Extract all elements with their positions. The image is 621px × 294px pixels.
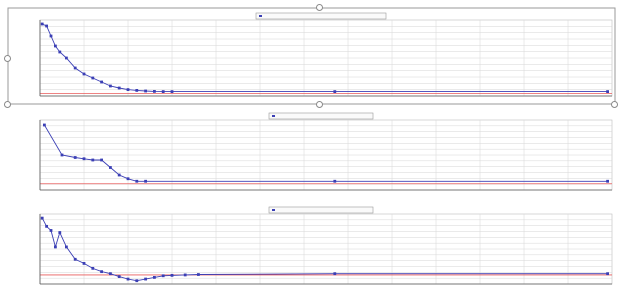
data-point: [58, 231, 62, 234]
data-point: [117, 173, 121, 177]
data-point: [144, 89, 147, 93]
data-point: [65, 56, 68, 60]
data-point: [606, 179, 609, 183]
data-point: [126, 88, 130, 91]
data-point: [117, 86, 121, 90]
legend: [255, 12, 387, 20]
data-point: [161, 274, 165, 278]
data-point: [82, 262, 86, 265]
data-point: [135, 179, 139, 183]
data-point: [43, 123, 46, 127]
data-point: [333, 272, 337, 276]
data-point: [73, 156, 77, 159]
data-point: [54, 44, 57, 48]
data-point: [153, 90, 156, 93]
chart-panel-2: [39, 112, 613, 191]
data-point: [153, 276, 156, 279]
legend: [268, 206, 374, 214]
data-point: [82, 157, 86, 161]
data-point: [49, 229, 53, 232]
resize-handle-bottom[interactable]: [316, 101, 323, 108]
data-point: [109, 84, 112, 88]
data-point: [45, 24, 48, 28]
data-point: [40, 22, 44, 26]
data-point: [109, 166, 112, 169]
chart-panel-1: [7, 7, 616, 105]
data-point: [126, 277, 130, 281]
data-point: [197, 273, 200, 276]
data-point: [170, 273, 174, 277]
data-point: [135, 279, 139, 283]
data-point: [144, 277, 147, 281]
data-point: [91, 266, 95, 270]
data-point: [333, 179, 337, 183]
legend: [268, 112, 374, 120]
data-point: [49, 34, 53, 38]
data-point: [40, 216, 44, 220]
legend-swatch: [272, 115, 275, 117]
data-point: [117, 275, 121, 278]
data-point: [58, 50, 62, 54]
resize-handle-bottom-left[interactable]: [4, 101, 11, 108]
data-point: [606, 90, 609, 93]
legend-swatch: [259, 15, 262, 17]
data-point: [170, 90, 174, 93]
data-point: [109, 272, 112, 276]
data-point: [54, 245, 57, 249]
resize-handle-bottom-right[interactable]: [611, 101, 618, 108]
data-point: [606, 272, 609, 276]
legend-swatch: [272, 209, 275, 211]
data-point: [333, 90, 337, 93]
data-point: [82, 72, 86, 76]
resize-handle-top[interactable]: [316, 4, 323, 11]
data-point: [100, 270, 103, 274]
data-point: [135, 89, 139, 92]
data-point: [60, 153, 64, 157]
data-point: [126, 177, 130, 181]
data-point: [73, 66, 77, 70]
resize-handle-left[interactable]: [4, 55, 11, 62]
data-point: [161, 90, 165, 93]
data-point: [144, 179, 147, 183]
data-point: [183, 273, 187, 277]
data-point: [91, 76, 95, 80]
data-point: [100, 158, 103, 162]
chart-panel-3: [39, 206, 613, 285]
data-point: [45, 224, 48, 228]
chart-stage: [7, 7, 616, 285]
data-point: [65, 245, 68, 249]
data-point: [100, 80, 103, 84]
data-point: [73, 257, 77, 261]
data-point: [91, 158, 95, 162]
